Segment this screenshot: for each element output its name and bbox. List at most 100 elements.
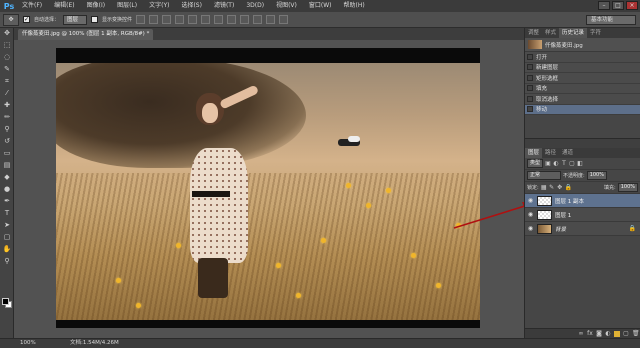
menu-edit[interactable]: 编辑(E) bbox=[48, 0, 80, 12]
eyedropper-tool-icon[interactable]: ⁄ bbox=[1, 88, 13, 99]
minimize-icon[interactable]: – bbox=[598, 1, 610, 10]
move-tool-icon[interactable]: ✥ bbox=[1, 28, 13, 39]
layer-filter-dropdown[interactable]: 类型 bbox=[527, 159, 544, 168]
dodge-tool-icon[interactable]: ● bbox=[1, 184, 13, 195]
menu-3d[interactable]: 3D(D) bbox=[240, 0, 270, 12]
layer-row[interactable]: ◉ 图层 1 副本 bbox=[525, 194, 640, 208]
lasso-tool-icon[interactable]: ◌ bbox=[1, 52, 13, 63]
path-selection-tool-icon[interactable]: ➤ bbox=[1, 220, 13, 231]
clone-stamp-tool-icon[interactable]: ⚲ bbox=[1, 124, 13, 135]
menu-window[interactable]: 窗口(W) bbox=[303, 0, 338, 12]
lock-all-icon[interactable]: 🔒 bbox=[565, 184, 572, 191]
workspace-dropdown[interactable]: 基本功能 bbox=[586, 15, 636, 25]
filter-type-icon[interactable]: T bbox=[561, 160, 567, 167]
crop-tool-icon[interactable]: ⌗ bbox=[1, 76, 13, 87]
document-canvas[interactable] bbox=[56, 48, 480, 328]
tab-channels[interactable]: 通道 bbox=[559, 148, 576, 158]
hand-tool-icon[interactable]: ✋ bbox=[1, 244, 13, 255]
marquee-tool-icon[interactable]: ⬚ bbox=[1, 40, 13, 51]
menu-select[interactable]: 选择(S) bbox=[175, 0, 208, 12]
align-middle-icon[interactable] bbox=[149, 15, 159, 24]
history-brush-source-box[interactable] bbox=[527, 95, 533, 102]
filter-pixel-icon[interactable]: ▣ bbox=[545, 160, 551, 167]
menu-image[interactable]: 图像(I) bbox=[81, 0, 111, 12]
gradient-tool-icon[interactable]: ▤ bbox=[1, 160, 13, 171]
delete-layer-icon[interactable]: 🗑 bbox=[632, 330, 640, 337]
history-step[interactable]: 矩形选框 bbox=[525, 73, 640, 84]
distribute-center-icon[interactable] bbox=[266, 15, 276, 24]
visibility-eye-icon[interactable]: ◉ bbox=[527, 211, 534, 218]
distribute-right-icon[interactable] bbox=[279, 15, 289, 24]
tab-styles[interactable]: 样式 bbox=[542, 28, 559, 38]
history-step-active[interactable]: 移动 bbox=[525, 104, 640, 115]
add-mask-icon[interactable]: ◙ bbox=[596, 330, 602, 337]
tab-layers[interactable]: 图层 bbox=[525, 148, 543, 158]
canvas-area[interactable] bbox=[14, 40, 524, 338]
menu-help[interactable]: 帮助(H) bbox=[338, 0, 371, 12]
new-group-icon[interactable] bbox=[614, 330, 620, 337]
menu-filter[interactable]: 滤镜(T) bbox=[208, 0, 240, 12]
distribute-middle-icon[interactable] bbox=[227, 15, 237, 24]
healing-brush-tool-icon[interactable]: ✚ bbox=[1, 100, 13, 111]
history-brush-source-box[interactable] bbox=[527, 85, 533, 92]
tab-paths[interactable]: 路径 bbox=[542, 148, 559, 158]
menu-view[interactable]: 视图(V) bbox=[270, 0, 303, 12]
history-step[interactable]: 填充 bbox=[525, 83, 640, 94]
move-tool-preset-icon[interactable]: ✥ bbox=[3, 13, 19, 26]
lock-position-icon[interactable]: ✥ bbox=[557, 184, 563, 191]
history-brush-tool-icon[interactable]: ↺ bbox=[1, 136, 13, 147]
link-layers-icon[interactable]: ∞ bbox=[578, 330, 584, 337]
align-left-icon[interactable] bbox=[175, 15, 185, 24]
document-tab[interactable]: 仟像蒸麦田.jpg @ 100% (图层 1 副本, RGB/8#) * bbox=[18, 29, 154, 40]
brush-tool-icon[interactable]: ✏ bbox=[1, 112, 13, 123]
menu-file[interactable]: 文件(F) bbox=[16, 0, 48, 12]
layer-style-icon[interactable]: fx bbox=[587, 330, 593, 337]
history-step[interactable]: 新建图层 bbox=[525, 62, 640, 73]
auto-select-checkbox[interactable]: ✓ bbox=[23, 16, 30, 23]
tab-history[interactable]: 历史记录 bbox=[559, 28, 588, 38]
eraser-tool-icon[interactable]: ▭ bbox=[1, 148, 13, 159]
menu-layer[interactable]: 图层(L) bbox=[111, 0, 143, 12]
new-layer-icon[interactable]: ▢ bbox=[623, 330, 629, 337]
filter-smart-object-icon[interactable]: ◧ bbox=[577, 160, 583, 167]
fill-field[interactable]: 100% bbox=[617, 183, 638, 192]
distribute-left-icon[interactable] bbox=[253, 15, 263, 24]
zoom-tool-icon[interactable]: ⚲ bbox=[1, 256, 13, 267]
history-brush-source-box[interactable] bbox=[527, 106, 533, 113]
lock-transparent-icon[interactable]: ▦ bbox=[541, 184, 547, 191]
opacity-field[interactable]: 100% bbox=[586, 171, 607, 180]
history-brush-source-box[interactable] bbox=[527, 74, 533, 81]
tab-adjustments[interactable]: 调整 bbox=[525, 28, 542, 38]
type-tool-icon[interactable]: T bbox=[1, 208, 13, 219]
show-transform-checkbox[interactable] bbox=[91, 16, 99, 23]
history-brush-source-box[interactable] bbox=[527, 64, 533, 71]
quick-select-tool-icon[interactable]: ✎ bbox=[1, 64, 13, 75]
distribute-top-icon[interactable] bbox=[214, 15, 224, 24]
zoom-level[interactable]: 100% bbox=[20, 339, 36, 348]
distribute-bottom-icon[interactable] bbox=[240, 15, 250, 24]
align-bottom-icon[interactable] bbox=[162, 15, 172, 24]
history-snapshot[interactable]: 仟像蒸麦田.jpg bbox=[525, 38, 640, 52]
menu-type[interactable]: 文字(Y) bbox=[143, 0, 175, 12]
maximize-icon[interactable]: □ bbox=[612, 1, 624, 10]
layer-row[interactable]: ◉ 背景 🔒 bbox=[525, 222, 640, 236]
shape-tool-icon[interactable]: ▢ bbox=[1, 232, 13, 243]
adjustment-layer-icon[interactable]: ◐ bbox=[605, 330, 611, 337]
filter-adjustment-icon[interactable]: ◐ bbox=[553, 160, 559, 167]
align-right-icon[interactable] bbox=[201, 15, 211, 24]
auto-select-dropdown[interactable]: 图层 bbox=[63, 14, 88, 25]
blend-mode-dropdown[interactable]: 正常 bbox=[527, 171, 561, 180]
tab-character[interactable]: 字符 bbox=[587, 28, 604, 38]
filter-shape-icon[interactable]: ▢ bbox=[569, 160, 575, 167]
layer-row[interactable]: ◉ 图层 1 bbox=[525, 208, 640, 222]
blur-tool-icon[interactable]: ◆ bbox=[1, 172, 13, 183]
visibility-eye-icon[interactable]: ◉ bbox=[527, 225, 534, 232]
lock-image-icon[interactable]: ✎ bbox=[549, 184, 555, 191]
pen-tool-icon[interactable]: ✒ bbox=[1, 196, 13, 207]
history-step[interactable]: 打开 bbox=[525, 52, 640, 63]
align-center-icon[interactable] bbox=[188, 15, 198, 24]
close-icon[interactable]: × bbox=[626, 1, 638, 10]
history-step[interactable]: 取消选择 bbox=[525, 94, 640, 105]
visibility-eye-icon[interactable]: ◉ bbox=[527, 197, 534, 204]
foreground-color-swatch[interactable] bbox=[2, 298, 9, 305]
